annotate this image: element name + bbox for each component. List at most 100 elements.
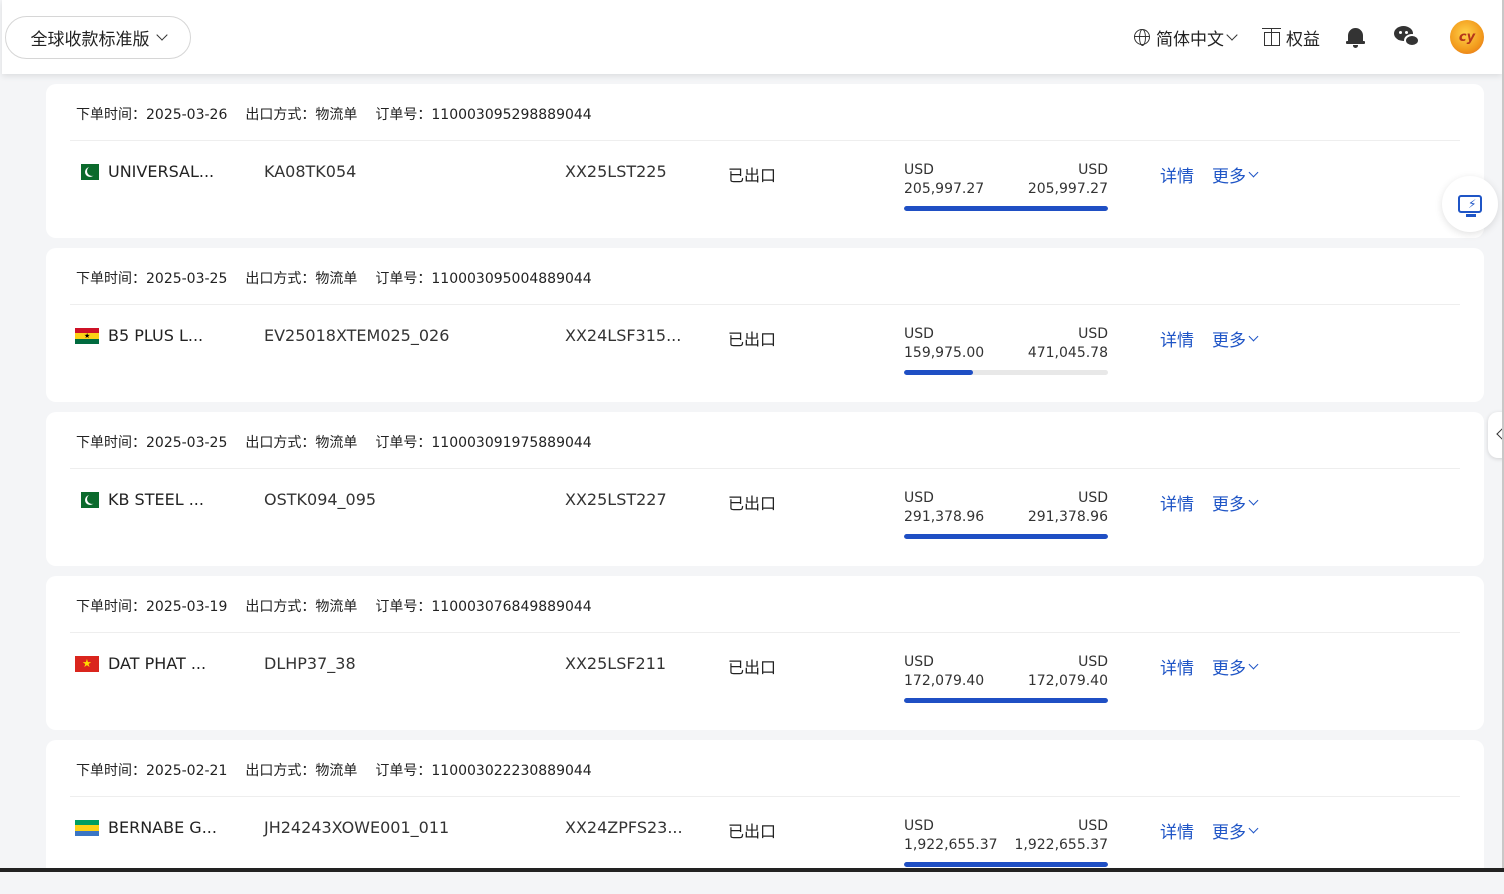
order-number: 订单号：110003095004889044 — [375, 268, 591, 288]
window-bottom-area — [0, 872, 1504, 894]
chevron-down-icon — [1226, 28, 1238, 41]
language-label: 简体中文 — [1156, 29, 1224, 50]
total-amount: 205,997.27 — [1027, 181, 1108, 197]
order-meta: 下单时间：2025-03-26 出口方式：物流单 订单号：11000309529… — [76, 104, 592, 124]
order-number-label: 订单号： — [375, 763, 432, 779]
divider — [70, 140, 1460, 141]
chevron-down-icon — [1248, 167, 1259, 177]
gabon-flag-icon — [75, 820, 99, 836]
received-currency: USD — [904, 162, 934, 178]
invoice-number: JH24243XOWE001_011 — [264, 818, 450, 837]
status-text: 已出口 — [728, 166, 777, 185]
order-time-label: 下单时间： — [76, 107, 146, 123]
export-method-value: 物流单 — [315, 271, 358, 287]
buyer-name: KB STEEL ... — [108, 490, 204, 509]
order-number: 订单号：110003076849889044 — [375, 596, 591, 616]
amount-summary: USD USD 205,997.27 205,997.27 — [904, 161, 1108, 211]
status-text: 已出口 — [728, 822, 777, 841]
divider — [70, 304, 1460, 305]
order-time-label: 下单时间： — [76, 435, 146, 451]
progress-bar — [904, 862, 1108, 867]
progress-bar — [904, 534, 1108, 539]
order-time-label: 下单时间： — [76, 763, 146, 779]
order-number-value: 110003095298889044 — [431, 107, 592, 123]
order-card: 下单时间：2025-03-25 出口方式：物流单 订单号：11000309500… — [46, 248, 1484, 402]
progress-bar — [904, 698, 1108, 703]
more-label: 更多 — [1212, 167, 1246, 187]
order-meta: 下单时间：2025-03-25 出口方式：物流单 订单号：11000309197… — [76, 432, 592, 452]
top-header: 全球收款标准版 简体中文 权益 cy — [2, 0, 1502, 74]
divider — [70, 468, 1460, 469]
order-time-value: 2025-03-25 — [146, 271, 228, 287]
export-method-label: 出口方式： — [245, 435, 316, 451]
chevron-down-icon — [1248, 659, 1259, 669]
more-dropdown[interactable]: 更多 — [1212, 654, 1259, 679]
order-number-label: 订单号： — [375, 599, 432, 615]
order-time: 下单时间：2025-02-21 — [76, 760, 227, 780]
invoice-number: KA08TK054 — [264, 162, 357, 181]
bell-icon[interactable] — [1346, 26, 1365, 48]
total-amount: 291,378.96 — [1027, 509, 1108, 525]
screen-lightning-icon: ⚡ — [1458, 195, 1482, 217]
language-selector[interactable]: 简体中文 — [1134, 25, 1238, 50]
export-method-value: 物流单 — [315, 435, 358, 451]
more-label: 更多 — [1212, 823, 1246, 843]
reference-number: XX25LSF211 — [565, 654, 667, 673]
order-number-value: 110003076849889044 — [431, 599, 592, 615]
status-text: 已出口 — [728, 494, 777, 513]
more-dropdown[interactable]: 更多 — [1212, 162, 1259, 187]
avatar-text: cy — [1458, 29, 1476, 45]
order-time-label: 下单时间： — [76, 271, 146, 287]
progress-fill — [904, 370, 974, 375]
progress-fill — [904, 206, 1108, 211]
order-time: 下单时间：2025-03-25 — [76, 432, 227, 452]
version-selector-button[interactable]: 全球收款标准版 — [5, 16, 191, 59]
export-method-value: 物流单 — [315, 599, 358, 615]
received-currency: USD — [904, 818, 934, 834]
pakistan-flag-icon — [75, 492, 99, 508]
amount-summary: USD USD 291,378.96 291,378.96 — [904, 489, 1108, 539]
avatar[interactable]: cy — [1450, 20, 1484, 54]
export-method-label: 出口方式： — [245, 763, 316, 779]
benefits-link[interactable]: 权益 — [1262, 25, 1320, 50]
invoice-number: OSTK094_095 — [264, 490, 377, 509]
order-time: 下单时间：2025-03-25 — [76, 268, 227, 288]
detail-link[interactable]: 详情 — [1160, 818, 1194, 843]
detail-link[interactable]: 详情 — [1160, 162, 1194, 187]
progress-bar — [904, 206, 1108, 211]
more-dropdown[interactable]: 更多 — [1212, 326, 1259, 351]
total-currency: USD — [1078, 490, 1108, 506]
order-time: 下单时间：2025-03-26 — [76, 104, 227, 124]
wechat-icon[interactable] — [1394, 25, 1422, 49]
screen-share-button[interactable]: ⚡ — [1442, 176, 1498, 232]
progress-fill — [904, 698, 1108, 703]
progress-bar — [904, 370, 1108, 375]
buyer-name: BERNABE G... — [108, 818, 217, 837]
more-label: 更多 — [1212, 495, 1246, 515]
order-number-label: 订单号： — [375, 271, 432, 287]
order-card: 下单时间：2025-03-19 出口方式：物流单 订单号：11000307684… — [46, 576, 1484, 730]
total-currency: USD — [1078, 326, 1108, 342]
order-number: 订单号：110003091975889044 — [375, 432, 591, 452]
total-amount: 172,079.40 — [1027, 673, 1108, 689]
detail-label: 详情 — [1160, 331, 1194, 351]
reference-number: XX25LST227 — [565, 490, 667, 509]
detail-link[interactable]: 详情 — [1160, 654, 1194, 679]
detail-link[interactable]: 详情 — [1160, 490, 1194, 515]
received-amount: 159,975.00 — [904, 345, 985, 361]
detail-link[interactable]: 详情 — [1160, 326, 1194, 351]
order-card: 下单时间：2025-03-25 出口方式：物流单 订单号：11000309197… — [46, 412, 1484, 566]
order-number: 订单号：110003022230889044 — [375, 760, 591, 780]
total-currency: USD — [1078, 654, 1108, 670]
order-card: 下单时间：2025-03-26 出口方式：物流单 订单号：11000309529… — [46, 84, 1484, 238]
divider — [70, 632, 1460, 633]
more-dropdown[interactable]: 更多 — [1212, 490, 1259, 515]
more-dropdown[interactable]: 更多 — [1212, 818, 1259, 843]
more-label: 更多 — [1212, 331, 1246, 351]
divider — [70, 796, 1460, 797]
invoice-number: DLHP37_38 — [264, 654, 356, 673]
order-number-value: 110003091975889044 — [431, 435, 592, 451]
order-number-label: 订单号： — [375, 435, 432, 451]
export-method: 出口方式：物流单 — [245, 760, 357, 780]
total-currency: USD — [1078, 162, 1108, 178]
